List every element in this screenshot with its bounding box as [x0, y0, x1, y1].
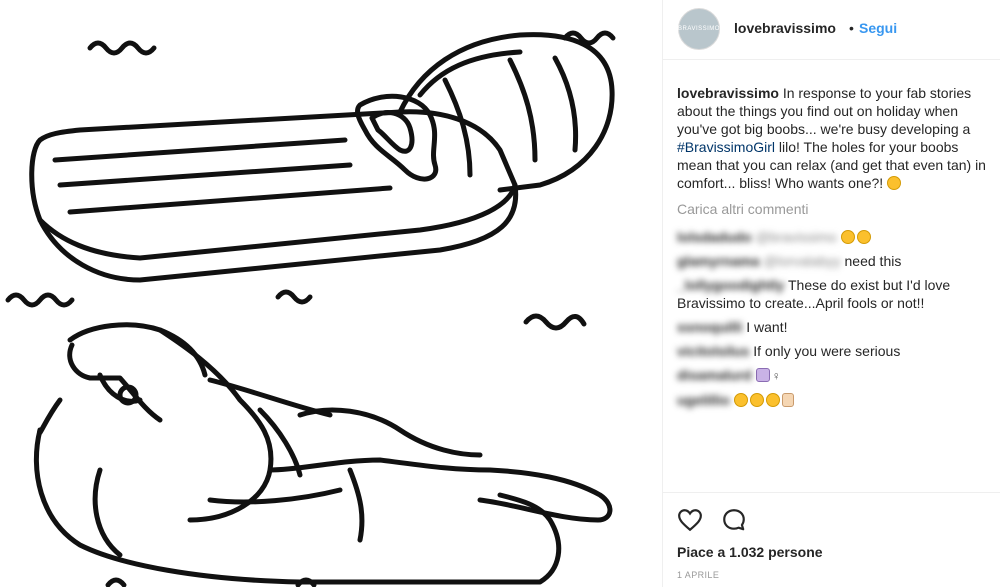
comment-item: _lollygoodightly These do exist but I'd … — [677, 276, 987, 312]
comment-item: lolsdadudo @bravissimo — [677, 228, 987, 246]
comment-username[interactable]: lolsdadudo — [677, 229, 752, 245]
comments-list: lovebravissimo In response to your fab s… — [677, 84, 987, 415]
avatar[interactable]: BRAVISSIMO — [678, 8, 720, 50]
follow-button[interactable]: Segui — [859, 20, 897, 36]
caption-hashtag[interactable]: #BravissimoGirl — [677, 139, 775, 155]
avatar-logo-text: BRAVISSIMO — [678, 26, 720, 32]
thumbs-up-emoji-icon — [781, 393, 794, 407]
post-sidebar: BRAVISSIMO lovebravissimo • Segui lovebr… — [662, 0, 1000, 587]
post-header: BRAVISSIMO lovebravissimo • Segui — [663, 0, 1000, 60]
likes-count[interactable]: Piace a 1.032 persone — [677, 544, 823, 560]
post-date[interactable]: 1 APRILE — [677, 570, 719, 580]
post-image[interactable] — [0, 0, 662, 587]
lilo-illustration — [5, 30, 616, 587]
load-more-comments[interactable]: Carica altri commenti — [677, 200, 987, 218]
comment-username[interactable]: vicitolsilus — [677, 343, 749, 359]
female-sign: ♀ — [771, 369, 781, 383]
caption: lovebravissimo In response to your fab s… — [677, 84, 987, 192]
comment-text: I want! — [742, 319, 788, 335]
header-username[interactable]: lovebravissimo — [734, 20, 836, 36]
comment-item: vicitolsilus If only you were serious — [677, 342, 987, 360]
comment-username[interactable]: _lollygoodightly — [677, 277, 784, 293]
comment-item: glamyrnama @lorvalabyy need this — [677, 252, 987, 270]
laughing-emoji-icon — [840, 230, 855, 244]
person-gesturing-emoji-icon — [755, 368, 770, 382]
comment-username[interactable]: ssnoquilli — [677, 319, 742, 335]
caption-username[interactable]: lovebravissimo — [677, 85, 779, 101]
heart-icon[interactable] — [677, 507, 703, 533]
laughing-emoji-icon — [749, 393, 764, 407]
comment-item: disamalurd ♀ — [677, 366, 987, 385]
post-actions: Piace a 1.032 persone 1 APRILE — [663, 492, 1000, 587]
speech-bubble-icon[interactable] — [721, 507, 747, 533]
header-separator: • — [849, 20, 854, 36]
laughing-emoji-icon — [733, 393, 748, 407]
comment-item: ugelillio — [677, 391, 987, 409]
comment-username[interactable]: glamyrnama — [677, 253, 759, 269]
comment-text: If only you were serious — [749, 343, 901, 359]
comment-mention[interactable]: @bravissimo — [756, 229, 837, 245]
laughing-emoji-icon — [856, 230, 871, 244]
comment-username[interactable]: ugelillio — [677, 392, 730, 408]
comment-item: ssnoquilli I want! — [677, 318, 987, 336]
wink-emoji-icon — [887, 176, 902, 190]
comment-username[interactable]: disamalurd — [677, 367, 752, 383]
smile-emoji-icon — [765, 393, 780, 407]
comment-mention[interactable]: @lorvalabyy — [763, 253, 840, 269]
comment-text: need this — [840, 253, 902, 269]
